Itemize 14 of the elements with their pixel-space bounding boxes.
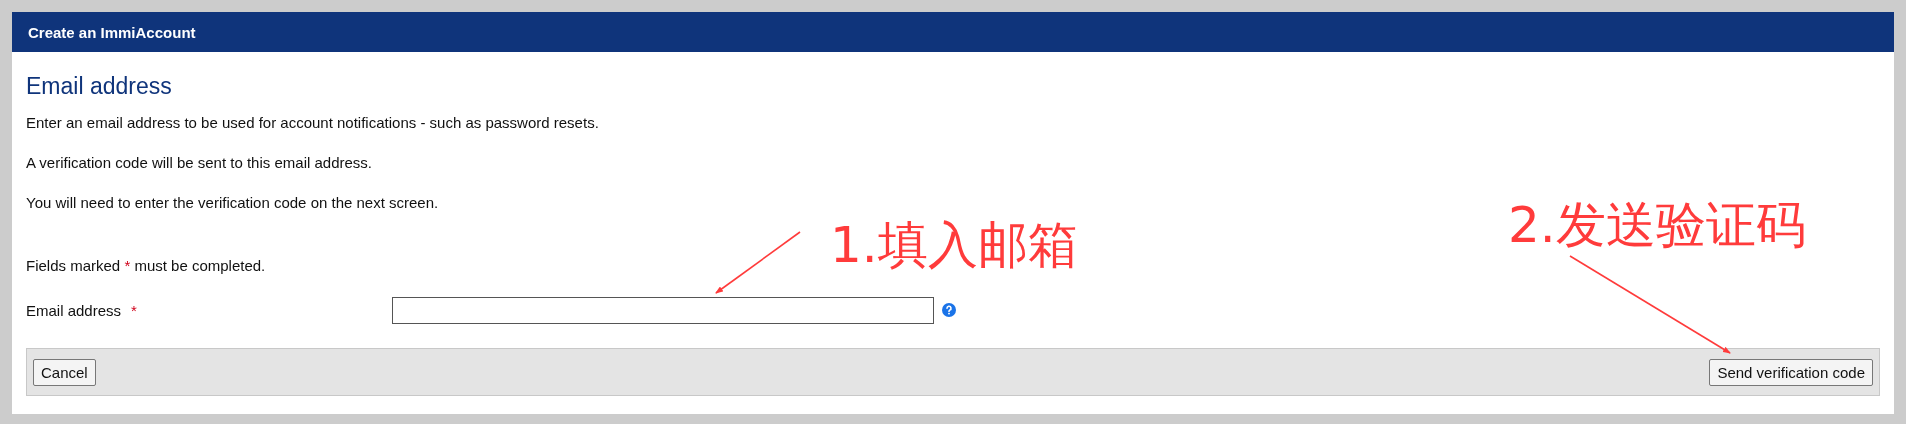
instruction-text: You will need to enter the verification code on the next screen.: [26, 194, 440, 212]
page-title: Create an ImmiAccount: [28, 23, 196, 41]
email-input-field[interactable]: [392, 296, 935, 324]
instruction-text: A verification code will be sent to this email address.: [26, 154, 373, 172]
field-label: Email address: [26, 301, 122, 319]
cancel-button[interactable]: Cancel: [33, 358, 96, 386]
required-note: Fields marked * must be completed.: [26, 257, 267, 275]
required-mark: *: [131, 301, 138, 319]
instruction-text: Enter an email address to be used for account notifications - such as password resets.: [26, 114, 600, 132]
send-code-button[interactable]: Send verification code: [1709, 358, 1873, 386]
annotation-text: 1.填入邮箱: [830, 218, 1078, 273]
section-heading: Email address: [26, 73, 173, 100]
annotation-text: 2.发送验证码: [1508, 198, 1806, 253]
help-icon[interactable]: [942, 303, 957, 317]
